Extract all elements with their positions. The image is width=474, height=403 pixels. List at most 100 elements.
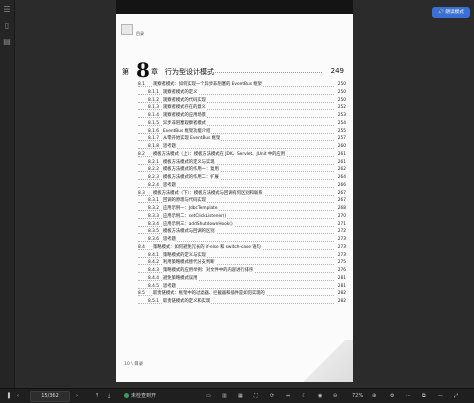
toc-page-number: 261	[336, 150, 346, 159]
toc-number: 8.2.3	[148, 175, 159, 180]
toc-subsection-row[interactable]: 8.2.4 思考题 266	[138, 181, 346, 190]
toc-number: 8.3.4	[148, 221, 159, 227]
copy-icon[interactable]: ⧉	[422, 389, 426, 403]
bookmark-icon[interactable]: ▯	[3, 22, 11, 30]
toc-subsection-row[interactable]: 8.1.3 观察者模式存在的意义 252	[138, 104, 346, 112]
toc-title: 回调的原理与代码实现	[163, 197, 207, 205]
toc-section-row[interactable]: 8.1 观察者模式：如何实现一个异步非阻塞的 EventBus 框架 250	[138, 81, 346, 89]
toc-subsection-row[interactable]: 8.1.4 观察者模式的应用场景 253	[138, 112, 346, 120]
fit-width-icon[interactable]: ⇔	[286, 389, 290, 403]
status-indicator: 未检查到开	[124, 389, 156, 403]
chapter-suffix: 章	[151, 68, 158, 76]
toc-page-number: 261	[336, 158, 346, 167]
toc-title: 模板方法模式（下）：模板方法模式与回调有何区别和联系	[153, 189, 264, 198]
note-icon[interactable]: ▤	[3, 38, 11, 46]
zoom-level[interactable]: 72%	[352, 389, 363, 403]
toc-section-row[interactable]: 8.2 模板方法模式（上）：模板方法模式在 JDK、Servlet、JUnit 中…	[138, 150, 346, 159]
toc-subsection-row[interactable]: 8.3.1 回调的原理与代码实现 267	[138, 197, 346, 205]
toc-title: 观察者模式：如何实现一个异步非阻塞的 EventBus 框架	[153, 81, 263, 89]
settings-icon[interactable]: ⚙	[390, 389, 394, 403]
left-sidebar: ☰ ▯ ▤	[0, 0, 15, 388]
status-dot-icon	[124, 393, 129, 398]
toc-subsection-row[interactable]: 8.3.3 应用示例二：setClickListener() 270	[138, 212, 346, 221]
toc-subsection-row[interactable]: 8.1.5 异步非阻塞观察者模式 254	[138, 119, 346, 128]
toc-page-number: 252	[336, 104, 346, 112]
toc-subsection-row[interactable]: 8.4.4 避免策略模式误用 281	[138, 274, 346, 283]
rotate-icon[interactable]: ⟳	[270, 389, 274, 403]
toc-subsection-row[interactable]: 8.4.3 策略模式的应用举例：对文件中的内容进行排序 276	[138, 267, 346, 275]
more-icon[interactable]: ⋯	[406, 389, 411, 403]
toc-subsection-row[interactable]: 8.1.1 观察者模式的定义 250	[138, 88, 346, 97]
toc-subsection-row[interactable]: 8.4.2 利用策略模式替代分支判断 275	[138, 259, 346, 267]
toc-title: 观察者模式的代码实现	[163, 96, 207, 105]
expand-icon[interactable]: ⤢	[454, 389, 458, 403]
toc-title: 避免策略模式误用	[163, 274, 199, 283]
toc-subsection-row[interactable]: 8.2.2 模板方法模式的作用一：复用 262	[138, 166, 346, 174]
toc-number: 8.4	[138, 244, 145, 250]
first-page-icon[interactable]: ⤒	[96, 389, 98, 403]
table-of-contents: 8.1 观察者模式：如何实现一个异步非阻塞的 EventBus 框架 250 8.1.…	[138, 81, 346, 306]
toc-page-number: 250	[336, 96, 346, 105]
toc-subsection-row[interactable]: 8.3.6 思考题 273	[138, 236, 346, 244]
toc-title: 从零开始实现 EventBus 框架	[163, 135, 222, 143]
toc-page-number: 260	[336, 143, 346, 151]
toc-subsection-row[interactable]: 8.1.2 观察者模式的代码实现 250	[138, 96, 346, 105]
toc-page-number: 271	[336, 220, 346, 229]
toc-subsection-row[interactable]: 8.4.5 思考题 281	[138, 282, 346, 291]
chapter-heading[interactable]: 第 8 章 行为型设计模式 249	[122, 58, 344, 82]
fullscreen-icon[interactable]: ⛶	[254, 389, 258, 403]
toc-page-number: 275	[336, 259, 346, 267]
read-aloud-button[interactable]: 🔊 朗读模式	[432, 7, 470, 18]
toc-subsection-row[interactable]: 8.2.3 模板方法模式的作用二：扩展 264	[138, 174, 346, 182]
next-page-icon[interactable]: ›	[76, 389, 78, 403]
last-page-icon[interactable]: ⤓	[108, 389, 110, 403]
sidebar-toggle-icon[interactable]: ▐	[6, 389, 10, 403]
toc-number: 8.1.3	[148, 105, 159, 111]
toc-subsection-row[interactable]: 8.3.5 模板方法模式与回调的区别 272	[138, 228, 346, 236]
toc-title: 模板方法模式与回调的区别	[163, 228, 216, 236]
list-icon[interactable]: ☰	[3, 6, 11, 14]
toc-title: 观察者模式存在的意义	[163, 104, 207, 112]
toc-page-number: 282	[336, 298, 346, 306]
minimize-icon[interactable]: —	[438, 389, 443, 403]
bottom-toolbar: ▐ ‹ 15/362 › ⤒ ⤓ 未检查到开 ▭ ▥ ▦ ⛶ ⟳ ⇔ ☾ ◉ ⊖…	[0, 388, 474, 403]
scroll-view-icon[interactable]: ▦	[238, 389, 243, 403]
toc-page-number: 254	[336, 119, 346, 128]
toc-page-number: 250	[336, 88, 346, 97]
toc-subsection-row[interactable]: 8.2.1 模板方法模式的定义与实现 261	[138, 158, 346, 167]
prev-page-icon[interactable]: ‹	[17, 389, 19, 403]
toc-subsection-row[interactable]: 8.1.8 思考题 260	[138, 143, 346, 151]
toc-section-row[interactable]: 8.3 模板方法模式（下）：模板方法模式与回调有何区别和联系 267	[138, 189, 346, 198]
toc-section-row[interactable]: 8.5 职责链模式：框架中的过滤器、拦截器和插件是如何实现的 282	[138, 290, 346, 298]
chapter-number: 8	[136, 58, 150, 82]
toc-page-number: 276	[336, 267, 346, 275]
zoom-in-icon[interactable]: ⊕	[372, 389, 376, 403]
page-number-input[interactable]: 15/362	[30, 391, 70, 402]
toc-number: 8.1.6	[148, 128, 159, 134]
double-page-icon[interactable]: ▥	[222, 389, 227, 403]
toc-subsection-row[interactable]: 8.1.7 从零开始实现 EventBus 框架 257	[138, 135, 346, 143]
toc-page-number: 267	[336, 197, 346, 205]
toc-subsection-row[interactable]: 8.3.4 应用示例三：addShutdownHook() 271	[138, 220, 346, 229]
toc-subsection-row[interactable]: 8.1.6 EventBus 框架功能介绍 255	[138, 127, 346, 136]
toc-subsection-row[interactable]: 8.4.1 策略模式的定义与实现 273	[138, 251, 346, 260]
toc-number: 8.1.7	[148, 136, 159, 142]
night-mode-icon[interactable]: ☾	[302, 389, 306, 403]
toc-page-number: 281	[336, 282, 346, 291]
zoom-out-icon[interactable]: ⊖	[333, 389, 337, 403]
toc-number: 8.3.1	[148, 198, 159, 204]
eye-icon[interactable]: ◉	[318, 389, 322, 403]
toc-number: 8.2	[138, 151, 145, 157]
toc-subsection-row[interactable]: 8.5.1 职责链模式的定义和实现 282	[138, 298, 346, 306]
toc-number: 8.3.5	[148, 229, 159, 235]
toc-section-row[interactable]: 8.4 策略模式：如何避免冗长的 if-else 和 switch-case 语句…	[138, 243, 346, 252]
read-aloud-label: 朗读模式	[445, 10, 464, 15]
single-page-icon[interactable]: ▭	[206, 389, 211, 403]
toc-title: 思考题	[163, 143, 177, 151]
toc-page-number: 250	[336, 81, 346, 89]
toc-title: 思考题	[163, 236, 177, 244]
chapter-prefix: 第	[122, 68, 129, 76]
toc-title: 策略模式的定义与实现	[163, 251, 207, 260]
toc-subsection-row[interactable]: 8.3.2 应用示例一：JdbcTemplate 268	[138, 205, 346, 213]
toc-title: 应用示例三：addShutdownHook()	[163, 220, 234, 229]
